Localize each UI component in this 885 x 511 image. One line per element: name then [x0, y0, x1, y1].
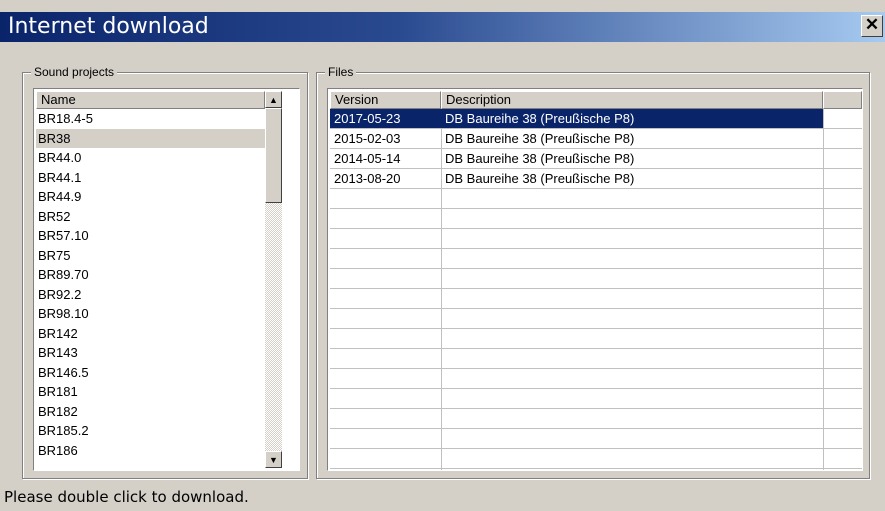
scroll-up-button[interactable]: ▲ [265, 91, 282, 108]
grid-line [330, 468, 862, 469]
grid-line [330, 328, 862, 329]
description-cell: DB Baureihe 38 (Preußische P8) [445, 111, 635, 126]
grid-column-line [823, 109, 824, 470]
scroll-thumb[interactable] [265, 108, 282, 203]
version-cell: 2015-02-03 [334, 131, 401, 146]
arrow-up-icon: ▲ [269, 95, 278, 105]
grid-line [330, 268, 862, 269]
description-cell: DB Baureihe 38 (Preußische P8) [445, 131, 635, 146]
grid-line [330, 288, 862, 289]
grid-line [330, 188, 862, 189]
scroll-down-button[interactable]: ▼ [265, 451, 282, 468]
list-item[interactable]: BR186 [36, 441, 265, 460]
list-item[interactable]: BR182 [36, 402, 265, 421]
table-row[interactable]: 2014-05-14 DB Baureihe 38 (Preußische P8) [330, 149, 823, 168]
list-item[interactable]: BR89.70 [36, 265, 265, 284]
grid-line [330, 208, 862, 209]
grid-line [330, 368, 862, 369]
description-cell: DB Baureihe 38 (Preußische P8) [445, 151, 635, 166]
list-item[interactable]: BR44.1 [36, 168, 265, 187]
version-cell: 2013-08-20 [334, 171, 401, 186]
list-item[interactable]: BR44.0 [36, 148, 265, 167]
list-item[interactable]: BR75 [36, 246, 265, 265]
column-header-name[interactable]: Name [36, 91, 265, 109]
version-cell: 2017-05-23 [334, 111, 401, 126]
list-item[interactable]: BR18.4-5 [36, 109, 265, 128]
list-item[interactable]: BR146.5 [36, 363, 265, 382]
grid-line [330, 388, 862, 389]
table-row[interactable]: 2017-05-23 DB Baureihe 38 (Preußische P8) [330, 109, 823, 128]
column-header-version[interactable]: Version [330, 91, 441, 109]
list-item[interactable]: BR57.10 [36, 226, 265, 245]
list-item[interactable]: BR185.2 [36, 421, 265, 440]
close-icon: ✕ [864, 15, 880, 34]
projects-scrollbar[interactable]: ▲ ▼ [265, 91, 282, 468]
column-header-filler [823, 91, 862, 109]
version-cell: 2014-05-14 [334, 151, 401, 166]
status-bar: Please double click to download. [0, 486, 885, 511]
list-item[interactable]: BR52 [36, 207, 265, 226]
list-item[interactable]: BR38 [36, 128, 265, 148]
description-cell: DB Baureihe 38 (Preußische P8) [445, 171, 635, 186]
grid-line [330, 308, 862, 309]
grid-line [330, 348, 862, 349]
grid-line [330, 228, 862, 229]
files-list[interactable]: Version Description 2017-05-23 DB Baureih… [327, 88, 863, 471]
sound-projects-label: Sound projects [31, 65, 118, 79]
sound-projects-list[interactable]: Name BR18.4-5 BR38 BR44.0 BR44.1 BR44.9 BR52 B… [33, 88, 300, 471]
files-label: Files [325, 65, 357, 79]
list-item[interactable]: BR98.10 [36, 304, 265, 323]
close-button[interactable]: ✕ [861, 15, 883, 37]
status-text: Please double click to download. [4, 488, 249, 506]
grid-line [330, 248, 862, 249]
arrow-down-icon: ▼ [269, 455, 278, 465]
list-item[interactable]: BR142 [36, 324, 265, 343]
grid-line [330, 428, 862, 429]
column-header-description[interactable]: Description [441, 91, 823, 109]
grid-line [330, 408, 862, 409]
list-item[interactable]: BR44.9 [36, 187, 265, 206]
grid-line [330, 448, 862, 449]
table-row[interactable]: 2015-02-03 DB Baureihe 38 (Preußische P8) [330, 129, 823, 148]
list-item[interactable]: BR143 [36, 343, 265, 362]
list-item[interactable]: BR181 [36, 382, 265, 401]
table-row[interactable]: 2013-08-20 DB Baureihe 38 (Preußische P8) [330, 169, 823, 188]
title-bar[interactable]: Internet download ✕ [0, 12, 885, 42]
window-title: Internet download [8, 14, 209, 39]
list-item[interactable]: BR92.2 [36, 285, 265, 304]
